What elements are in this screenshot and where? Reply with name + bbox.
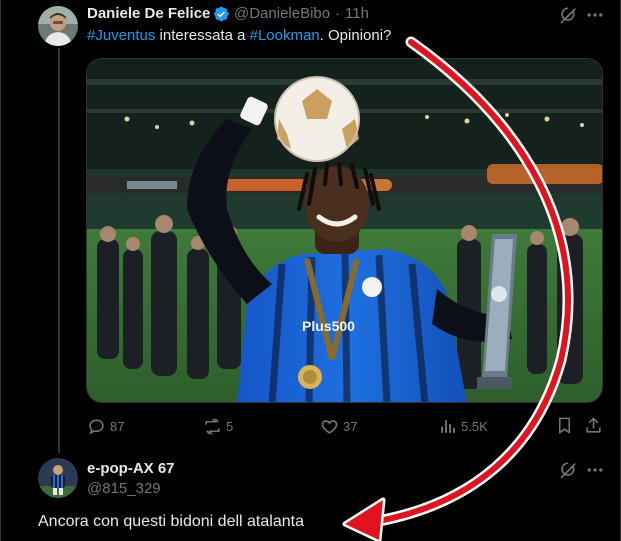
tweet-text: #Juventus interessata a #Lookman. Opinio… [87,26,391,46]
hashtag-juventus[interactable]: #Juventus [87,27,155,44]
reply-text: Ancora con questi bidoni dell atalanta [38,513,304,530]
like-action[interactable]: 37 [320,416,357,436]
reply-author-avatar[interactable] [38,458,78,498]
author-handle[interactable]: @DanieleBibo [234,5,330,22]
verified-badge-icon [214,6,229,22]
tweet-text-part: . Opinioni? [319,27,392,44]
like-count: 37 [343,418,358,434]
tweet-text-part: interessata a [155,27,250,44]
repost-action[interactable]: 5 [203,416,233,436]
svg-text:Plus500: Plus500 [302,318,355,334]
hashtag-lookman[interactable]: #Lookman [250,27,320,44]
views-count: 5.5K [461,418,488,434]
thread-line [58,48,60,453]
author-avatar[interactable] [38,6,78,46]
reply-action[interactable]: 87 [87,416,124,436]
more-icon[interactable] [585,5,605,25]
like-icon [321,419,338,434]
reply-author-name[interactable]: e-pop-AX 67 [87,460,175,477]
share-icon[interactable] [584,416,603,435]
tweet-time[interactable]: 11h [345,5,369,22]
views-icon [441,419,455,433]
author-name[interactable]: Daniele De Felice [87,5,210,22]
tweet-photo[interactable]: Plus500 [86,58,603,403]
reply-icon [89,418,104,434]
views-action[interactable]: 5.5K [438,416,488,436]
time-separator: · [335,5,340,22]
more-icon[interactable] [585,460,605,480]
repost-count: 5 [226,418,234,434]
grok-icon[interactable] [559,460,579,480]
grok-icon[interactable] [559,5,579,25]
reply-count: 87 [110,418,125,434]
reply-author-handle[interactable]: @815_329 [87,480,161,497]
bookmark-icon[interactable] [555,416,574,435]
repost-icon [205,418,220,434]
timeline-frame: Daniele De Felice @DanieleBibo · 11h #Ju… [0,0,621,541]
